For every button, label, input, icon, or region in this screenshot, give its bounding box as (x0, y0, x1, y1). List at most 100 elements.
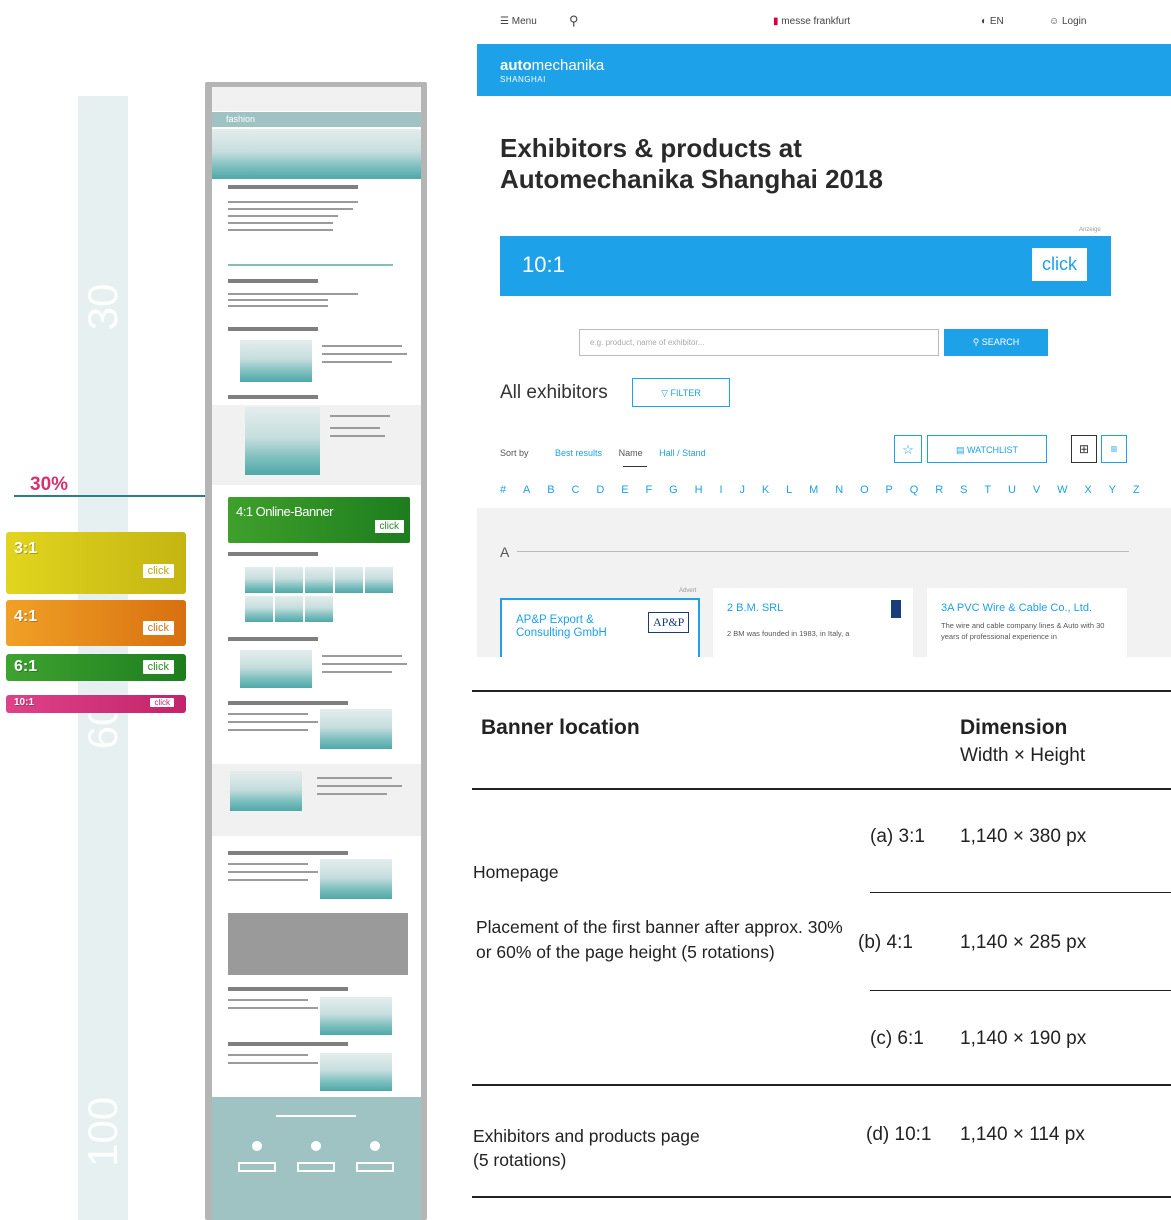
mockup-text (322, 663, 407, 665)
alpha-link[interactable]: V (1033, 484, 1040, 496)
alpha-link[interactable]: N (835, 484, 843, 496)
mockup-image (230, 771, 302, 811)
pointer-label: 30% (30, 474, 69, 495)
language-switch[interactable]: ◐ EN (981, 16, 1004, 27)
alpha-link[interactable]: R (935, 484, 943, 496)
exhibitor-description: 2 BM was founded in 1983, in Italy, a (727, 629, 850, 638)
alpha-link[interactable]: Y (1109, 484, 1116, 496)
table-rule (472, 788, 1171, 790)
alpha-link[interactable]: # (500, 484, 506, 496)
banner-ratio-label: 10:1 (522, 252, 565, 277)
row-option: (b) 4:1 (858, 932, 913, 953)
mockup-banner-click: click (374, 520, 404, 533)
all-exhibitors-heading: All exhibitors (500, 382, 608, 403)
alpha-link[interactable]: C (572, 484, 580, 496)
alpha-link[interactable]: W (1057, 484, 1067, 496)
alpha-link[interactable]: F (646, 484, 653, 496)
alpha-link[interactable]: X (1084, 484, 1091, 496)
table-rule (472, 1084, 1171, 1086)
mockup-text (228, 851, 348, 855)
alpha-link[interactable]: L (786, 484, 792, 496)
alpha-link[interactable]: O (860, 484, 869, 496)
alpha-link[interactable]: U (1008, 484, 1016, 496)
sort-best-results[interactable]: Best results (555, 448, 602, 458)
alpha-link[interactable]: S (960, 484, 967, 496)
sort-label: Sort by (500, 448, 529, 458)
banner-click: click (142, 660, 174, 674)
row-size: 1,140 × 190 px (960, 1028, 1087, 1049)
exhibitor-card[interactable]: AP&P Export & Consulting GmbH AP&P (500, 598, 700, 657)
banner-ratio: 3:1 (14, 540, 38, 557)
logo-label: messe frankfurt (781, 16, 851, 27)
login-label: Login (1062, 16, 1087, 27)
alpha-link[interactable]: D (596, 484, 604, 496)
watchlist-button[interactable]: ▤ WATCHLIST (927, 435, 1047, 463)
search-input[interactable]: e.g. product, name of exhibitor... (579, 329, 939, 356)
mockup-image (320, 709, 392, 749)
filter-button[interactable]: ▽ FILTER (632, 378, 730, 407)
exhibitor-card[interactable]: 2 B.M. SRL 2 BM was founded in 1983, in … (713, 588, 913, 657)
sort-hall-stand[interactable]: Hall / Stand (659, 448, 706, 458)
grid-view-icon[interactable]: ⊞ (1071, 435, 1097, 463)
alpha-link[interactable]: M (809, 484, 818, 496)
page-mockup: fashion 4:1 Online-Banner click (205, 82, 427, 1220)
banner-sample-10-1: 10:1 click (6, 695, 186, 713)
alpha-link[interactable]: J (739, 484, 745, 496)
mockup-text (322, 345, 402, 347)
mockup-text (228, 299, 328, 301)
search-button[interactable]: ⚲ SEARCH (944, 329, 1048, 356)
mockup-hero-image (212, 129, 421, 179)
mockup-text (228, 552, 318, 556)
mockup-text (228, 721, 318, 723)
alpha-link[interactable]: Z (1133, 484, 1140, 496)
menu-button[interactable]: ☰ Menu (500, 16, 537, 27)
search-icon[interactable]: ⚲ (569, 13, 579, 29)
alpha-link[interactable]: E (621, 484, 628, 496)
site-brand-bar: automechanika SHANGHAI (477, 44, 1171, 96)
alpha-link[interactable]: P (886, 484, 893, 496)
mockup-image (320, 859, 392, 899)
mockup-text (228, 1042, 348, 1046)
mockup-text (322, 361, 392, 363)
alpha-link[interactable]: K (762, 484, 769, 496)
sort-name[interactable]: Name (619, 448, 643, 458)
mockup-text (228, 701, 348, 705)
mockup-thumb (335, 567, 363, 593)
scale-mark-100: 100 (79, 1096, 126, 1167)
language-label: EN (989, 16, 1004, 27)
banner-click: click (142, 621, 174, 635)
mockup-text (228, 201, 358, 203)
banner-10-1[interactable]: 10:1 click (500, 236, 1111, 296)
mockup-text (228, 327, 318, 331)
banner-ratio: 4:1 (14, 608, 38, 625)
alpha-link[interactable]: Q (910, 484, 919, 496)
mockup-thumb (275, 567, 303, 593)
mockup-text (228, 1007, 318, 1009)
mockup-text (228, 215, 338, 217)
site-brand[interactable]: automechanika (500, 57, 604, 74)
exhibitor-card[interactable]: 3A PVC Wire & Cable Co., Ltd. The wire a… (927, 588, 1127, 657)
mockup-text (228, 1062, 318, 1064)
alpha-link[interactable]: T (984, 484, 991, 496)
banner-sample-4-1: 4:1 click (6, 600, 186, 646)
mockup-text (228, 279, 318, 283)
alpha-link[interactable]: A (523, 484, 530, 496)
alpha-link[interactable]: G (669, 484, 678, 496)
alpha-link[interactable]: H (695, 484, 703, 496)
banner-click-button[interactable]: click (1032, 248, 1087, 281)
banner-ratio: 6:1 (14, 658, 38, 675)
mockup-brand: fashion (226, 114, 256, 124)
table-rule (472, 690, 1171, 692)
star-icon[interactable]: ☆ (894, 435, 922, 463)
section-divider (517, 551, 1129, 552)
column-header-subtitle: Width × Height (960, 745, 1086, 766)
list-view-icon[interactable]: ≡ (1101, 435, 1127, 463)
alpha-link[interactable]: I (719, 484, 722, 496)
location-exhibitors-note: (5 rotations) (473, 1150, 567, 1170)
login-button[interactable]: ☺ Login (1049, 16, 1086, 27)
globe-icon: ◐ (981, 16, 988, 27)
banner-sample-6-1: 6:1 click (6, 654, 186, 681)
mockup-text (330, 435, 385, 437)
alpha-link[interactable]: B (547, 484, 554, 496)
mockup-text (322, 353, 407, 355)
